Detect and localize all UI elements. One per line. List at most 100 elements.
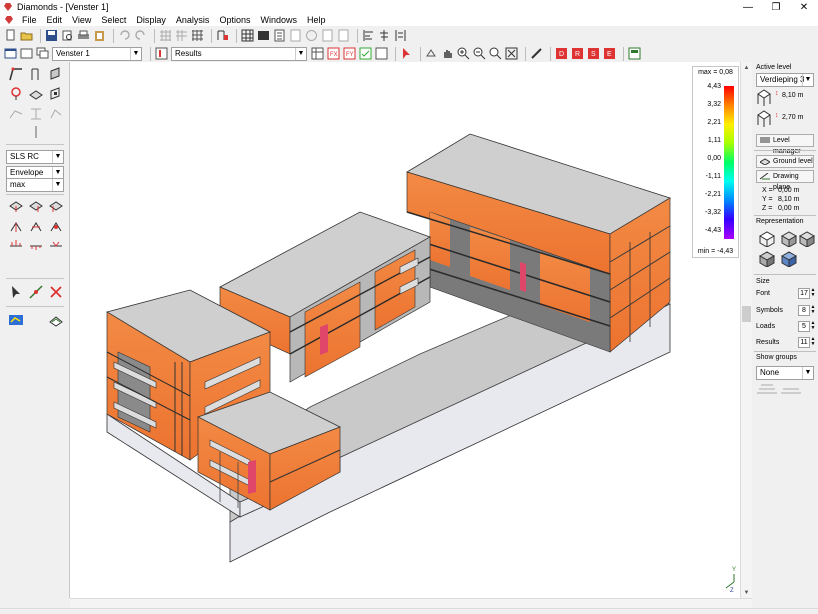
- print-icon[interactable]: [77, 29, 90, 42]
- representation-shaded-icon[interactable]: [798, 229, 816, 247]
- pan-hand-icon[interactable]: [441, 47, 454, 60]
- check-icon[interactable]: [359, 47, 372, 60]
- deformed-shape-icon[interactable]: [48, 312, 64, 328]
- grid-icon[interactable]: [159, 29, 172, 42]
- fx-icon[interactable]: FX: [327, 47, 340, 60]
- result-axes-3-icon[interactable]: [48, 218, 64, 234]
- print-preview-icon[interactable]: [61, 29, 74, 42]
- groups-edit-icon[interactable]: [756, 383, 778, 395]
- render-e-icon[interactable]: E: [603, 47, 616, 60]
- load-combo[interactable]: SLS RC ▼: [6, 150, 64, 164]
- menu-view[interactable]: View: [67, 14, 96, 26]
- measure-icon[interactable]: [530, 47, 543, 60]
- menu-display[interactable]: Display: [131, 14, 171, 26]
- groups-list-icon[interactable]: [780, 383, 802, 395]
- size-symbols-input[interactable]: 8: [798, 305, 810, 316]
- section-tool-icon[interactable]: [28, 106, 44, 122]
- redo-icon[interactable]: [134, 29, 147, 42]
- spinner-arrows-icon[interactable]: ▲ ▼: [810, 321, 816, 332]
- document-icon[interactable]: [4, 16, 14, 24]
- divide-tool-icon[interactable]: [28, 124, 44, 140]
- window-2-icon[interactable]: [20, 47, 33, 60]
- contour-results-icon[interactable]: [8, 312, 24, 328]
- menu-help[interactable]: Help: [302, 14, 331, 26]
- plate-tool-icon[interactable]: [28, 86, 44, 102]
- level-up-icon[interactable]: [756, 88, 772, 108]
- render-s-icon[interactable]: S: [587, 47, 600, 60]
- align-icon[interactable]: [378, 29, 391, 42]
- menu-windows[interactable]: Windows: [255, 14, 302, 26]
- size-results-input[interactable]: 11: [798, 337, 810, 348]
- undo-icon[interactable]: [118, 29, 131, 42]
- ground-level-button[interactable]: Ground level: [756, 155, 814, 168]
- wall-tool-icon[interactable]: [48, 66, 64, 82]
- menu-analysis[interactable]: Analysis: [171, 14, 215, 26]
- menu-file[interactable]: File: [17, 14, 42, 26]
- chevron-down-icon[interactable]: ▼: [295, 47, 306, 60]
- table-results-icon[interactable]: [311, 47, 324, 60]
- scroll-up-icon[interactable]: ▲: [741, 62, 752, 73]
- representation-solid-icon[interactable]: [780, 229, 798, 247]
- windows-cascade-icon[interactable]: [36, 47, 49, 60]
- scroll-thumb[interactable]: [742, 306, 751, 322]
- size-loads-input[interactable]: 5: [798, 321, 810, 332]
- menu-options[interactable]: Options: [214, 14, 255, 26]
- size-font-input[interactable]: 17: [798, 288, 810, 299]
- result-plate-2-icon[interactable]: [28, 198, 44, 214]
- chevron-down-icon[interactable]: ▼: [802, 367, 813, 379]
- snap-icon[interactable]: [28, 284, 44, 300]
- report-2-icon[interactable]: [337, 29, 350, 42]
- table-icon[interactable]: [257, 29, 270, 42]
- beam-tool-icon[interactable]: [8, 66, 24, 82]
- chevron-down-icon[interactable]: ▼: [52, 151, 63, 163]
- level-down-icon[interactable]: [756, 109, 772, 129]
- render-r-icon[interactable]: R: [571, 47, 584, 60]
- grid-3-icon[interactable]: [191, 29, 204, 42]
- align-left-icon[interactable]: [362, 29, 375, 42]
- diagram-icon[interactable]: [375, 47, 388, 60]
- window-icon[interactable]: [4, 47, 17, 60]
- check-list-icon[interactable]: [289, 29, 302, 42]
- view-3d-icon[interactable]: [425, 47, 438, 60]
- save-icon[interactable]: [45, 29, 58, 42]
- select-arrow-icon[interactable]: [8, 284, 24, 300]
- result-axes-2-icon[interactable]: [28, 218, 44, 234]
- spinner-arrows-icon[interactable]: ▲ ▼: [810, 337, 816, 348]
- chevron-down-icon[interactable]: ▼: [52, 179, 63, 191]
- fy-icon[interactable]: FY: [343, 47, 356, 60]
- link-tool-icon[interactable]: [48, 106, 64, 122]
- spinner-arrows-icon[interactable]: ▲ ▼: [810, 305, 816, 316]
- level-manager-button[interactable]: Level manager: [756, 134, 814, 155]
- model-structure-icon[interactable]: [216, 29, 229, 42]
- open-folder-icon[interactable]: [20, 29, 33, 42]
- vertical-scrollbar[interactable]: ▲ ▼: [740, 62, 752, 598]
- zoom-window-icon[interactable]: [489, 47, 502, 60]
- clipboard-icon[interactable]: [93, 29, 106, 42]
- cursor-icon[interactable]: [400, 47, 413, 60]
- drawing-canvas[interactable]: Y Z: [70, 62, 740, 598]
- active-level-combo[interactable]: Verdieping 3 ▼: [756, 73, 814, 87]
- render-d-icon[interactable]: D: [555, 47, 568, 60]
- grid-2-icon[interactable]: [175, 29, 188, 42]
- distribute-icon[interactable]: [394, 29, 407, 42]
- representation-render-icon[interactable]: [758, 249, 776, 267]
- close-icon[interactable]: ✕: [790, 0, 818, 14]
- chevron-down-icon[interactable]: ▼: [802, 74, 813, 86]
- list-icon[interactable]: [273, 29, 286, 42]
- layout-icon[interactable]: [628, 47, 641, 60]
- hinge-tool-icon[interactable]: [8, 106, 24, 122]
- representation-color-icon[interactable]: [780, 249, 798, 267]
- delete-cross-icon[interactable]: [48, 284, 64, 300]
- minimize-icon[interactable]: —: [734, 0, 762, 14]
- clock-icon[interactable]: [305, 29, 318, 42]
- column-tool-icon[interactable]: [28, 66, 44, 82]
- spinner-arrows-icon[interactable]: ▲ ▼: [810, 288, 816, 299]
- restore-icon[interactable]: ❐: [762, 0, 790, 14]
- result-beam-2-icon[interactable]: [28, 236, 44, 252]
- representation-wireframe-icon[interactable]: [758, 229, 776, 247]
- menu-select[interactable]: Select: [96, 14, 131, 26]
- scroll-down-icon[interactable]: ▼: [741, 587, 752, 598]
- result-plate-icon[interactable]: [8, 198, 24, 214]
- view-combo[interactable]: Venster 1 ▼: [52, 46, 142, 61]
- grid-view-icon[interactable]: [241, 29, 254, 42]
